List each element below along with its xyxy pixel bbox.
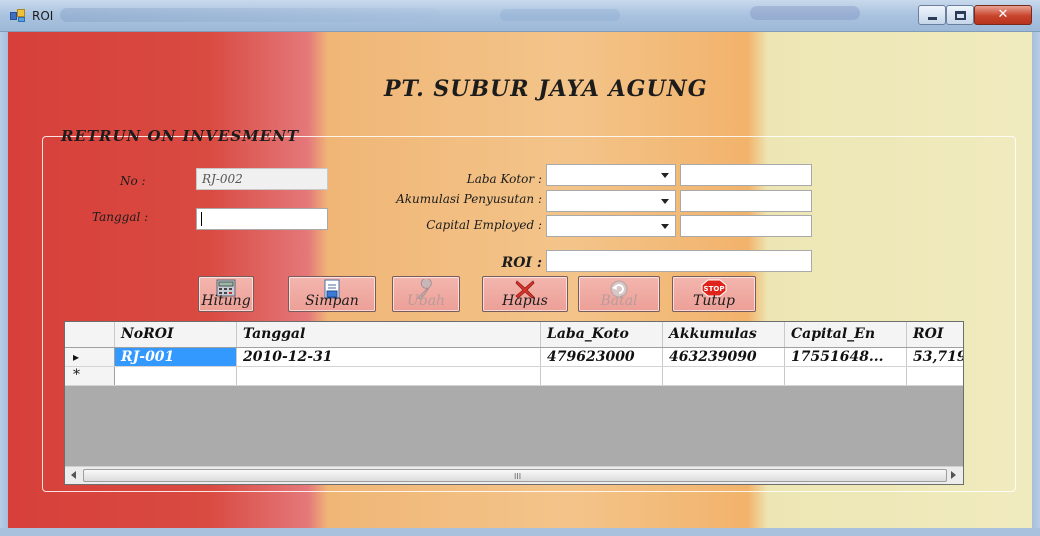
laba-kotor-label: Laba Kotor : — [466, 172, 542, 186]
akumulasi-value-field[interactable] — [680, 190, 812, 212]
app-window-icon — [10, 9, 26, 23]
text-caret — [201, 212, 202, 226]
grid-cell[interactable] — [663, 367, 785, 385]
close-button[interactable]: ✕ — [974, 5, 1032, 25]
akumulasi-label: Akumulasi Penyusutan : — [396, 192, 542, 206]
window-title: ROI — [32, 9, 54, 23]
column-header[interactable]: NoROI — [115, 322, 237, 347]
laba-kotor-combo[interactable] — [546, 164, 676, 186]
ubah-button-label: Ubah — [406, 293, 446, 309]
window-frame-right — [1032, 32, 1040, 536]
minimize-icon — [928, 17, 937, 20]
tutup-button-label: Tutup — [693, 293, 735, 309]
window-frame-bottom — [0, 528, 1040, 536]
capital-combo[interactable] — [546, 215, 676, 237]
capital-value-field[interactable] — [680, 215, 812, 237]
simpan-button-label: Simpan — [305, 293, 359, 309]
column-header[interactable]: Tanggal — [237, 322, 541, 347]
grid-cell[interactable]: 53,71928 — [907, 348, 963, 366]
grid-cell[interactable] — [237, 367, 541, 385]
chevron-down-icon — [661, 224, 669, 229]
grid-cell[interactable] — [907, 367, 963, 385]
table-row[interactable]: ▸ RJ-001 2010-12-31 479623000 463239090 … — [65, 348, 963, 367]
roi-data-grid[interactable]: NoROI Tanggal Laba_Koto Akkumulas Capita… — [64, 321, 964, 485]
simpan-button[interactable]: Simpan — [288, 276, 376, 312]
capital-label: Capital Employed : — [426, 218, 542, 232]
company-title: PT. SUBUR JAYA AGUNG — [384, 76, 708, 102]
chevron-down-icon — [661, 199, 669, 204]
hapus-button[interactable]: Hapus — [482, 276, 568, 312]
no-label: No : — [120, 174, 146, 188]
column-header[interactable]: Capital_En — [785, 322, 907, 347]
title-bar: ROI ✕ — [0, 0, 1040, 32]
chevron-down-icon — [661, 173, 669, 178]
grid-cell[interactable] — [541, 367, 663, 385]
roi-label: ROI : — [501, 255, 542, 271]
groupbox-title: RETRUN ON INVESMENT — [61, 127, 300, 145]
column-header[interactable]: ROI — [907, 322, 963, 347]
close-icon: ✕ — [997, 7, 1009, 22]
column-header[interactable]: Akkumulas — [663, 322, 785, 347]
new-table-row[interactable]: * — [65, 367, 963, 386]
grid-header: NoROI Tanggal Laba_Koto Akkumulas Capita… — [65, 322, 963, 348]
laba-kotor-value-field[interactable] — [680, 164, 812, 186]
grid-cell[interactable] — [115, 367, 237, 385]
title-bar-blur — [500, 9, 620, 21]
grid-cell[interactable]: 17551648... — [785, 348, 907, 366]
row-indicator: ▸ — [65, 348, 115, 366]
no-field[interactable]: RJ-002 — [196, 168, 328, 190]
horizontal-scrollbar[interactable]: III — [65, 466, 963, 484]
batal-button-label: Batal — [600, 293, 638, 309]
maximize-button[interactable] — [946, 5, 974, 25]
grid-cell[interactable]: 2010-12-31 — [237, 348, 541, 366]
column-header[interactable]: Laba_Koto — [541, 322, 663, 347]
roi-field[interactable] — [546, 250, 812, 272]
ubah-button[interactable]: Ubah — [392, 276, 460, 312]
grid-cell[interactable] — [785, 367, 907, 385]
scroll-left-icon[interactable] — [71, 471, 76, 479]
scrollbar-thumb[interactable]: III — [83, 469, 947, 482]
hitung-button[interactable]: Hitung — [198, 276, 254, 312]
grid-cell[interactable]: RJ-001 — [115, 348, 237, 366]
grid-corner — [65, 322, 115, 347]
scroll-right-icon[interactable] — [951, 471, 956, 479]
new-row-indicator: * — [65, 367, 115, 385]
form-client-area: PT. SUBUR JAYA AGUNG RETRUN ON INVESMENT… — [8, 32, 1032, 528]
grid-cell[interactable]: 463239090 — [663, 348, 785, 366]
batal-button[interactable]: Batal — [578, 276, 660, 312]
tutup-button[interactable]: STOP Tutup — [672, 276, 756, 312]
hitung-button-label: Hitung — [201, 293, 251, 309]
hapus-button-label: Hapus — [502, 293, 548, 309]
tanggal-label: Tanggal : — [92, 210, 149, 224]
title-bar-blur — [750, 6, 860, 20]
stop-badge-text: STOP — [704, 285, 725, 293]
window-frame-left — [0, 32, 8, 536]
scroll-grip: III — [514, 472, 522, 481]
akumulasi-combo[interactable] — [546, 190, 676, 212]
maximize-icon — [955, 11, 966, 20]
grid-cell[interactable]: 479623000 — [541, 348, 663, 366]
tanggal-field[interactable] — [196, 208, 328, 230]
minimize-button[interactable] — [918, 5, 946, 25]
title-bar-blur — [60, 8, 440, 22]
